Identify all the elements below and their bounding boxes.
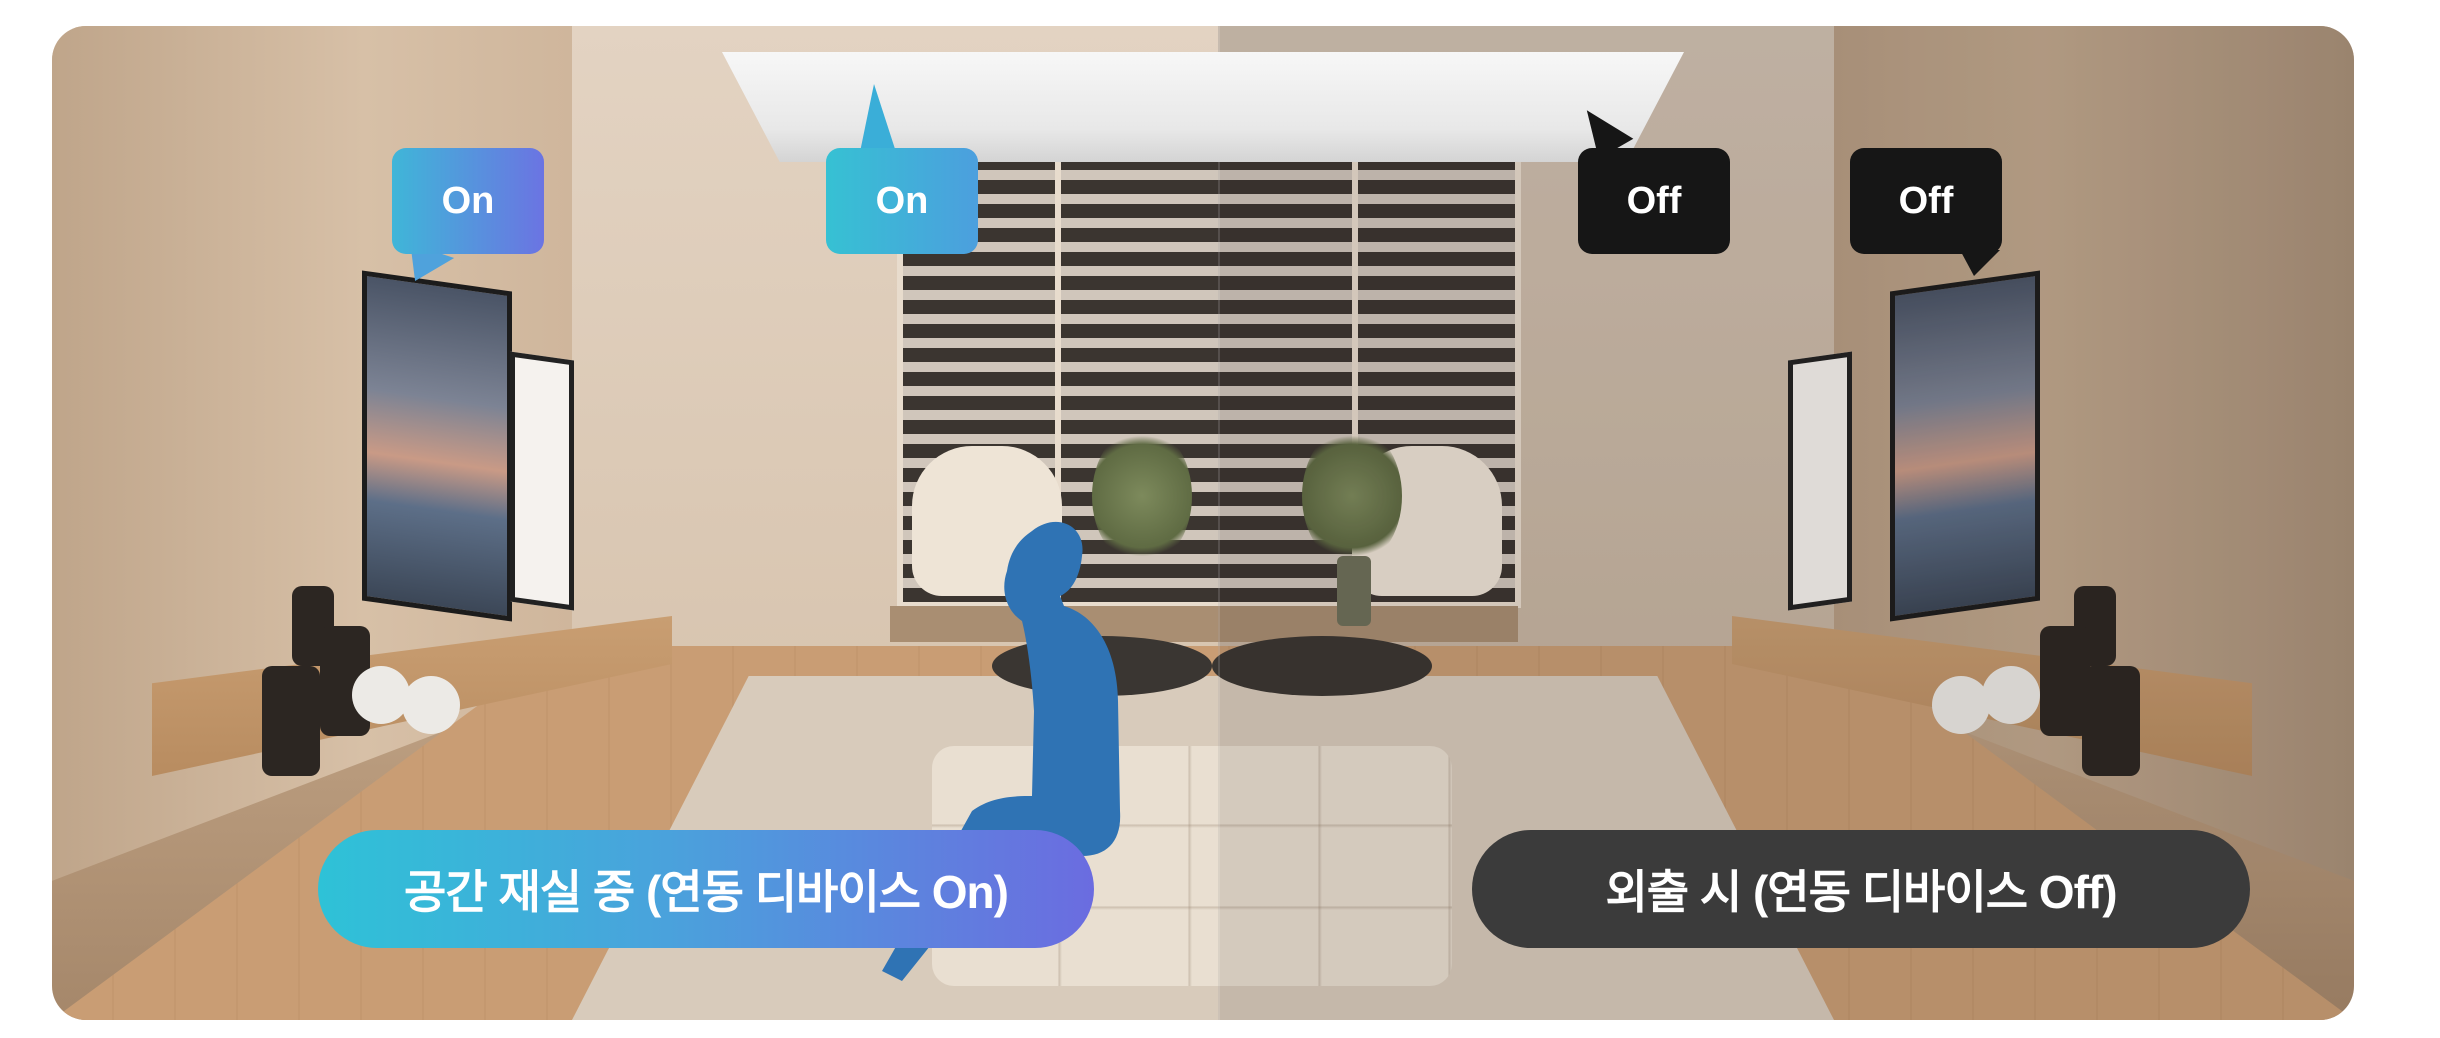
tv-left-status-bubble: On (392, 148, 544, 254)
decor-globe (352, 666, 410, 724)
vase (262, 666, 320, 776)
scene-divider (1218, 26, 1220, 1020)
away-label: 외출 시 (연동 디바이스 Off) (1472, 830, 2250, 948)
bubble-tail (860, 84, 896, 152)
tv-left (362, 270, 512, 622)
frame-stand-left (510, 351, 574, 611)
ac-right-status-bubble: Off (1578, 148, 1730, 254)
ac-left-status-bubble: On (826, 148, 978, 254)
occupied-label: 공간 재실 중 (연동 디바이스 On) (318, 830, 1094, 948)
decor-globe (402, 676, 460, 734)
tv-right-status-bubble: Off (1850, 148, 2002, 254)
